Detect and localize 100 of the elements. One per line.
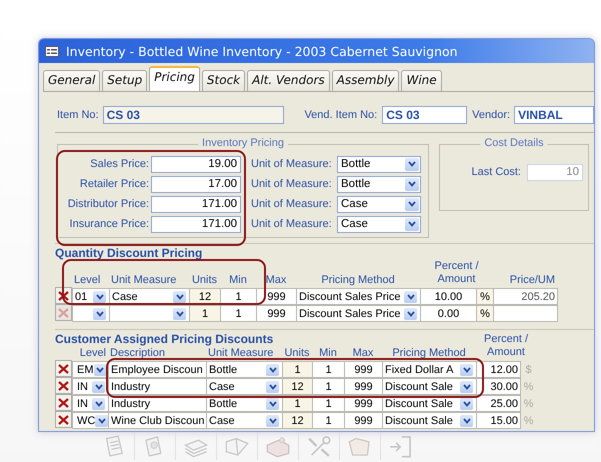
- vendor-item-number-field[interactable]: CS 03: [382, 106, 468, 124]
- table-cell: 1: [312, 378, 345, 395]
- section-title: Customer Assigned Pricing Discounts: [55, 332, 274, 346]
- table-cell-text: $: [524, 362, 533, 378]
- column-header: Pricing Method: [320, 274, 396, 287]
- price-field[interactable]: 171.00: [151, 216, 241, 232]
- pricing-method-dropdown[interactable]: Discount Sales Price: [296, 288, 421, 305]
- item-number-field[interactable]: CS 03: [102, 106, 284, 124]
- tab[interactable]: Assembly: [332, 70, 400, 91]
- column-header: Description: [109, 347, 166, 360]
- unit-dropdown[interactable]: Case: [206, 378, 283, 395]
- table-cell: 1: [312, 412, 345, 429]
- table-cell: 999: [344, 361, 383, 378]
- dropdown-arrow-icon: [93, 290, 106, 302]
- table-cell-text: %: [522, 380, 534, 394]
- table-cell: 12.00: [476, 361, 521, 378]
- tab[interactable]: General: [43, 70, 100, 91]
- table-cell: 12: [282, 412, 313, 429]
- tab[interactable]: Setup: [102, 70, 148, 91]
- table-cell: 15.00: [476, 412, 521, 429]
- column-header: Max: [352, 347, 374, 360]
- column-header: Percent / Amount: [433, 260, 480, 287]
- dropdown-arrow-icon: [173, 308, 186, 320]
- table-cell: 999: [344, 412, 383, 429]
- level-dropdown[interactable]: [72, 305, 110, 322]
- unit-dropdown[interactable]: Bottle: [206, 361, 283, 378]
- delete-icon[interactable]: [55, 394, 72, 411]
- unit-dropdown[interactable]: Case: [337, 216, 421, 232]
- table-cell: 1: [282, 361, 313, 378]
- table-cell: 999: [344, 378, 383, 395]
- table-cell: 12: [282, 378, 313, 395]
- table-cell: 1: [312, 361, 345, 378]
- delete-icon[interactable]: [55, 411, 72, 428]
- table-cell: 0.00: [420, 305, 477, 322]
- table-cell: 205.20: [493, 288, 558, 305]
- field-label: Insurance Price:: [68, 218, 149, 230]
- unit-dropdown[interactable]: Case: [337, 196, 421, 212]
- table-cell: 1: [220, 305, 257, 322]
- tab[interactable]: Wine: [401, 70, 442, 91]
- field-label: Vendor:: [472, 109, 510, 121]
- tab[interactable]: Alt. Vendors: [247, 70, 330, 91]
- column-header: Units: [190, 274, 218, 287]
- tab[interactable]: Stock: [202, 70, 246, 91]
- dropdown-arrow-icon: [460, 414, 473, 426]
- dropdown-arrow-icon: [266, 398, 279, 410]
- table-cell: 1: [189, 305, 221, 322]
- table-cell: Industry: [108, 378, 207, 395]
- level-dropdown[interactable]: WC: [72, 412, 109, 429]
- column-header: Unit Measure: [207, 347, 274, 360]
- column-header: Min: [318, 347, 338, 360]
- table-cell: Wine Club Discoun: [108, 412, 207, 429]
- dropdown-arrow-icon: [94, 364, 106, 376]
- table-cell-text: %: [522, 414, 534, 428]
- level-dropdown[interactable]: EM: [72, 361, 109, 378]
- field-label: Sales Price:: [89, 158, 149, 170]
- table-cell: 999: [256, 288, 297, 305]
- last-cost-field[interactable]: 10: [527, 164, 583, 180]
- dropdown-arrow-icon: [404, 308, 417, 320]
- dropdown-arrow-icon: [173, 290, 186, 302]
- dropdown-arrow-icon: [93, 308, 106, 320]
- dropdown-arrow-icon: [95, 414, 108, 426]
- field-label: Unit of Measure:: [251, 198, 333, 210]
- dropdown-arrow-icon: [92, 380, 105, 392]
- pricing-method-dropdown[interactable]: Discount Sale: [382, 378, 477, 395]
- delete-icon[interactable]: [55, 377, 72, 394]
- column-header: Percent / Amount: [482, 333, 530, 360]
- pricing-method-dropdown[interactable]: Fixed Dollar A: [382, 361, 477, 378]
- level-dropdown[interactable]: IN: [72, 395, 109, 412]
- dropdown-arrow-icon: [460, 380, 473, 392]
- table-cell: 10.00: [420, 288, 477, 305]
- field-label: Unit of Measure:: [251, 158, 333, 170]
- unit-dropdown[interactable]: Bottle: [337, 176, 421, 192]
- dropdown-arrow-icon: [460, 364, 473, 376]
- group-title: Cost Details: [480, 137, 548, 149]
- column-header: Level: [73, 274, 102, 287]
- dropdown-arrow-icon: [460, 398, 473, 410]
- field-label: Last Cost:: [471, 166, 521, 178]
- price-field[interactable]: 17.00: [151, 176, 241, 192]
- price-field[interactable]: 171.00: [151, 196, 241, 212]
- tab[interactable]: Pricing: [149, 66, 200, 91]
- pricing-method-dropdown[interactable]: Discount Sales Price: [296, 305, 421, 322]
- table-cell: %: [476, 305, 494, 322]
- vendor-field[interactable]: VINBAL: [514, 106, 594, 124]
- dropdown-arrow-icon: [92, 398, 105, 410]
- pricing-method-dropdown[interactable]: Discount Sale: [382, 412, 477, 429]
- price-field[interactable]: 19.00: [151, 156, 241, 172]
- column-header: Min: [228, 274, 248, 287]
- unit-dropdown[interactable]: Case: [206, 412, 283, 429]
- level-dropdown[interactable]: IN: [72, 378, 109, 395]
- column-header: Pricing Method: [391, 347, 467, 360]
- field-label: Item No:: [57, 109, 99, 121]
- section-title: Quantity Discount Pricing: [55, 246, 204, 260]
- column-header: Price/UM: [508, 274, 556, 287]
- table-cell: 30.00: [476, 378, 521, 395]
- table-cell-text: %: [522, 396, 534, 412]
- table-cell: 25.00: [476, 395, 521, 412]
- dropdown-arrow-icon: [266, 364, 279, 376]
- unit-dropdown[interactable]: Bottle: [337, 156, 421, 172]
- delete-icon[interactable]: [55, 360, 72, 377]
- dropdown-arrow-icon: [404, 290, 417, 302]
